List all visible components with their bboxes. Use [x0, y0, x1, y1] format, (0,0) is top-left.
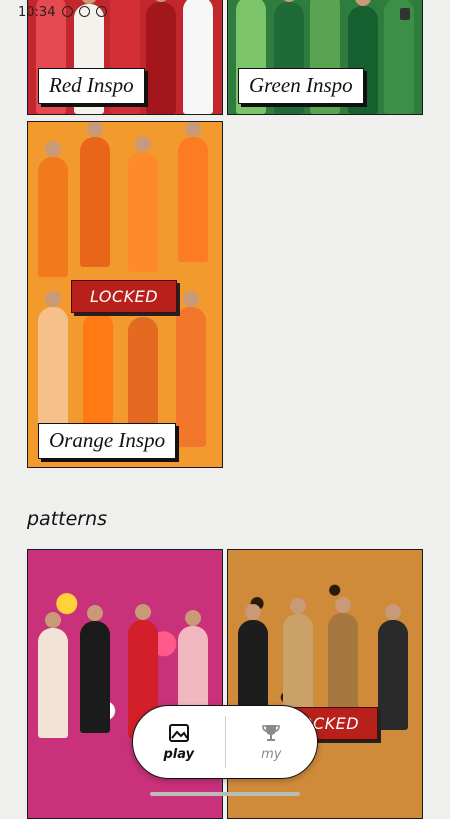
card-label: Orange Inspo	[38, 423, 177, 459]
status-bar: 10:34	[0, 0, 450, 26]
system-gesture-bar[interactable]	[150, 792, 300, 796]
locked-badge: LOCKED	[71, 280, 178, 313]
card-orange-inspo[interactable]: LOCKED Orange Inspo	[27, 121, 223, 468]
bottom-nav: play my	[132, 705, 318, 779]
status-icons	[62, 6, 107, 17]
section-title-patterns: patterns	[27, 508, 108, 530]
nav-my-tab[interactable]: my	[226, 706, 318, 778]
image-icon	[168, 723, 189, 742]
card-label: Red Inspo	[38, 68, 145, 104]
status-time: 10:34	[18, 5, 56, 20]
nav-my-label: my	[261, 746, 282, 762]
trophy-icon	[262, 724, 281, 741]
nav-play-label: play	[163, 746, 195, 762]
card-label: Green Inspo	[238, 68, 364, 104]
nav-play-tab[interactable]: play	[133, 706, 225, 778]
battery-icon	[400, 8, 410, 20]
